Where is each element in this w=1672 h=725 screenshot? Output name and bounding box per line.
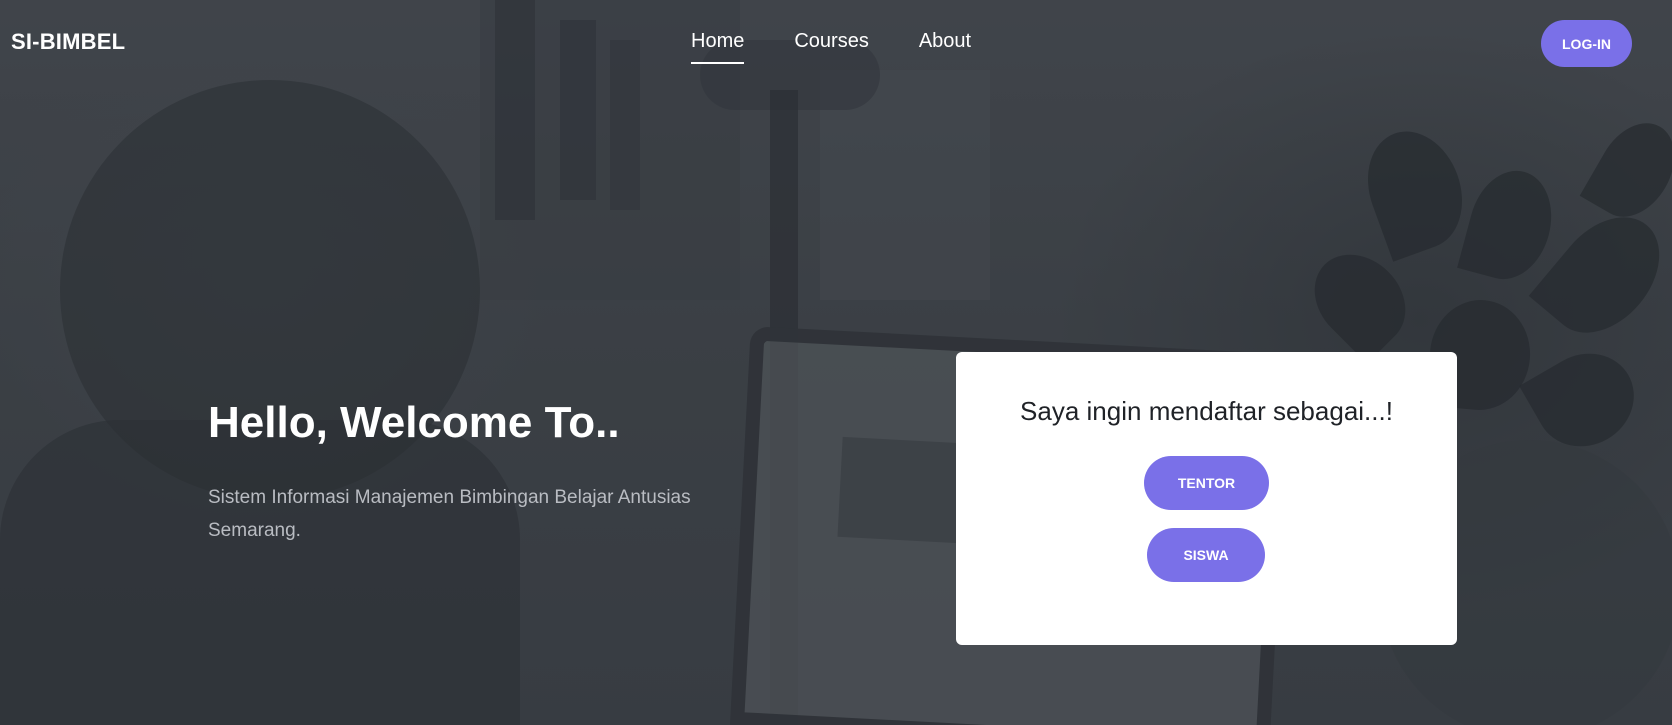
- top-navbar: SI-BIMBEL Home Courses About LOG-IN: [0, 0, 1672, 84]
- register-card: Saya ingin mendaftar sebagai...! TENTOR …: [956, 352, 1457, 645]
- brand-logo[interactable]: SI-BIMBEL: [11, 29, 125, 55]
- hero-title: Hello, Welcome To..: [208, 398, 620, 447]
- register-siswa-button[interactable]: SISWA: [1147, 528, 1265, 582]
- nav-link-home[interactable]: Home: [691, 30, 745, 64]
- register-card-title: Saya ingin mendaftar sebagai...!: [1020, 396, 1393, 426]
- hero-subtitle: Sistem Informasi Manajemen Bimbingan Bel…: [208, 487, 691, 541]
- nav-link-about[interactable]: About: [919, 30, 971, 64]
- nav-links: Home Courses About: [691, 30, 971, 64]
- login-button[interactable]: LOG-IN: [1541, 20, 1632, 67]
- nav-link-courses[interactable]: Courses: [794, 30, 868, 64]
- register-tentor-button[interactable]: TENTOR: [1144, 456, 1269, 510]
